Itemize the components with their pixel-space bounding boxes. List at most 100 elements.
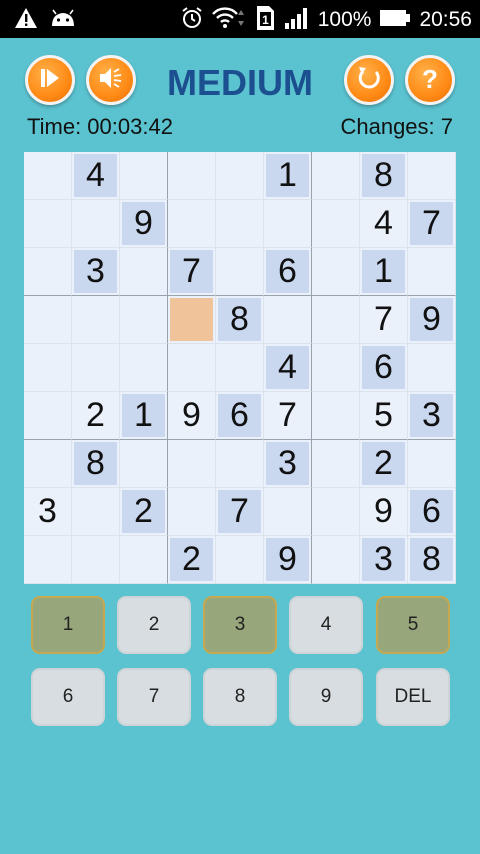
- play-button[interactable]: [25, 55, 75, 105]
- board-cell[interactable]: [24, 152, 72, 200]
- board-cell[interactable]: [312, 200, 360, 248]
- number-key-6[interactable]: 6: [31, 668, 105, 726]
- board-cell[interactable]: [408, 440, 456, 488]
- board-cell[interactable]: [312, 440, 360, 488]
- number-key-9[interactable]: 9: [289, 668, 363, 726]
- board-cell[interactable]: [168, 152, 216, 200]
- board-cell[interactable]: [120, 440, 168, 488]
- clock: 20:56: [419, 8, 472, 31]
- restart-button[interactable]: [344, 55, 394, 105]
- board-cell[interactable]: [24, 200, 72, 248]
- board-cell[interactable]: 3: [24, 488, 72, 536]
- board-cell[interactable]: [312, 392, 360, 440]
- board-cell[interactable]: [264, 296, 312, 344]
- number-key-2[interactable]: 2: [117, 596, 191, 654]
- battery-icon: [379, 8, 411, 32]
- sound-button[interactable]: [86, 55, 136, 105]
- board-cell[interactable]: 1: [360, 248, 408, 296]
- board-cell[interactable]: [168, 200, 216, 248]
- board-cell[interactable]: 4: [264, 344, 312, 392]
- board-cell[interactable]: 2: [72, 392, 120, 440]
- board-cell[interactable]: [168, 488, 216, 536]
- board-cell[interactable]: 8: [408, 536, 456, 584]
- board-cell[interactable]: [312, 152, 360, 200]
- board-cell[interactable]: 7: [408, 200, 456, 248]
- board-cell[interactable]: [120, 536, 168, 584]
- board-cell[interactable]: [312, 344, 360, 392]
- board-cell[interactable]: 6: [408, 488, 456, 536]
- board-cell[interactable]: 3: [360, 536, 408, 584]
- board-cell[interactable]: [72, 200, 120, 248]
- board-cell[interactable]: [312, 296, 360, 344]
- board-cell[interactable]: [168, 344, 216, 392]
- board-cell[interactable]: [168, 296, 216, 344]
- board-cell[interactable]: 2: [120, 488, 168, 536]
- board-cell[interactable]: 3: [264, 440, 312, 488]
- board-cell[interactable]: 7: [168, 248, 216, 296]
- board-cell[interactable]: [72, 536, 120, 584]
- delete-button[interactable]: DEL: [376, 668, 450, 726]
- board-cell[interactable]: 9: [264, 536, 312, 584]
- board-cell[interactable]: [120, 152, 168, 200]
- cell-value: 9: [374, 492, 393, 530]
- board-cell[interactable]: [408, 248, 456, 296]
- board-cell[interactable]: [264, 200, 312, 248]
- board-cell[interactable]: 7: [360, 296, 408, 344]
- board-cell[interactable]: 8: [216, 296, 264, 344]
- help-button[interactable]: ?: [405, 55, 455, 105]
- board-cell[interactable]: [216, 344, 264, 392]
- board-cell[interactable]: 3: [408, 392, 456, 440]
- board-cell[interactable]: 7: [216, 488, 264, 536]
- board-cell[interactable]: [216, 440, 264, 488]
- number-key-4[interactable]: 4: [289, 596, 363, 654]
- board-cell[interactable]: [408, 344, 456, 392]
- board-cell[interactable]: 2: [360, 440, 408, 488]
- board-cell[interactable]: 9: [120, 200, 168, 248]
- board-cell[interactable]: 6: [360, 344, 408, 392]
- board-cell[interactable]: 5: [360, 392, 408, 440]
- board-cell[interactable]: 8: [72, 440, 120, 488]
- board-cell[interactable]: [216, 248, 264, 296]
- board-cell[interactable]: [24, 344, 72, 392]
- cell-value: 7: [374, 300, 393, 338]
- board-cell[interactable]: [72, 296, 120, 344]
- board-cell[interactable]: [264, 488, 312, 536]
- board-cell[interactable]: [408, 152, 456, 200]
- board-cell[interactable]: 2: [168, 536, 216, 584]
- board-cell[interactable]: 8: [360, 152, 408, 200]
- number-key-3[interactable]: 3: [203, 596, 277, 654]
- number-key-5[interactable]: 5: [376, 596, 450, 654]
- board-cell[interactable]: [24, 536, 72, 584]
- number-key-7[interactable]: 7: [117, 668, 191, 726]
- board-cell[interactable]: 7: [264, 392, 312, 440]
- board-cell[interactable]: [312, 248, 360, 296]
- number-key-8[interactable]: 8: [203, 668, 277, 726]
- board-cell[interactable]: [72, 344, 120, 392]
- number-key-1[interactable]: 1: [31, 596, 105, 654]
- board-cell[interactable]: [312, 488, 360, 536]
- board-cell[interactable]: [24, 440, 72, 488]
- board-cell[interactable]: [216, 152, 264, 200]
- board-cell[interactable]: [120, 296, 168, 344]
- board-cell[interactable]: 4: [72, 152, 120, 200]
- board-cell[interactable]: [168, 440, 216, 488]
- board-cell[interactable]: 6: [216, 392, 264, 440]
- board-cell[interactable]: [24, 392, 72, 440]
- board-cell[interactable]: [24, 296, 72, 344]
- board-cell[interactable]: [120, 248, 168, 296]
- board-cell[interactable]: 1: [264, 152, 312, 200]
- board-cell[interactable]: 3: [72, 248, 120, 296]
- board-cell[interactable]: [216, 200, 264, 248]
- board-cell[interactable]: 9: [360, 488, 408, 536]
- board-cell[interactable]: 9: [168, 392, 216, 440]
- board-cell[interactable]: [24, 248, 72, 296]
- board-cell[interactable]: 1: [120, 392, 168, 440]
- board-cell[interactable]: [120, 344, 168, 392]
- board-cell[interactable]: [312, 536, 360, 584]
- board-cell[interactable]: 9: [408, 296, 456, 344]
- board-cell[interactable]: 4: [360, 200, 408, 248]
- refresh-icon: [354, 63, 384, 97]
- board-cell[interactable]: [72, 488, 120, 536]
- board-cell[interactable]: 6: [264, 248, 312, 296]
- board-cell[interactable]: [216, 536, 264, 584]
